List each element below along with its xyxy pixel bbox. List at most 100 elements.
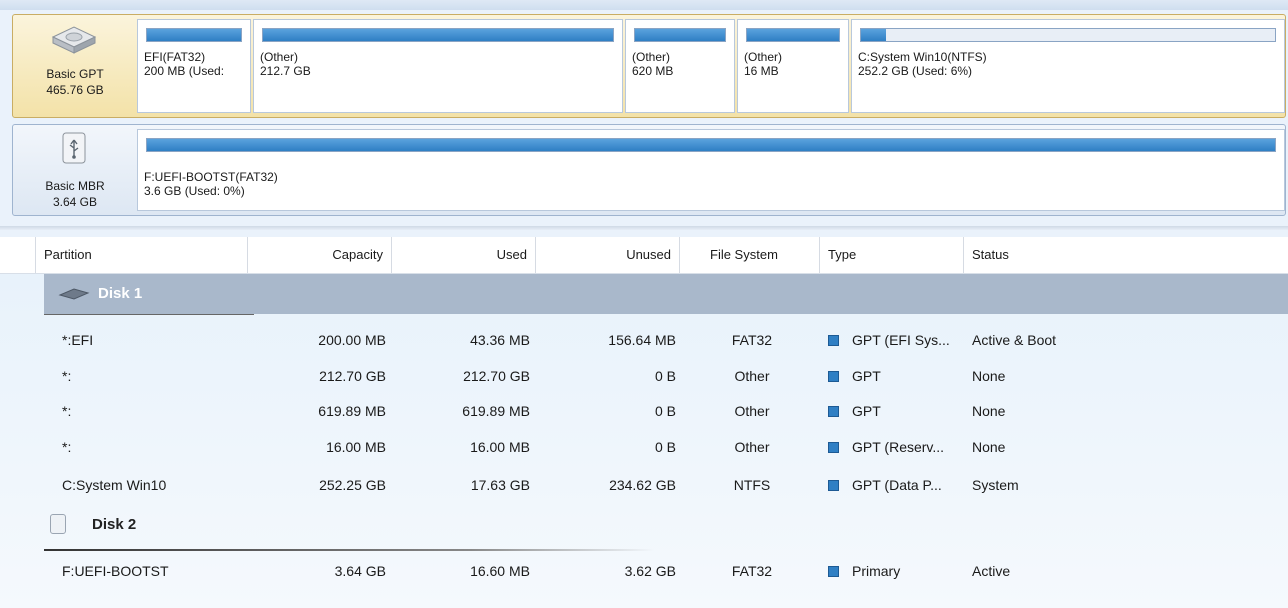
partition-size: 252.2 GB (Used: 6%): [858, 64, 973, 78]
cell-partition: C:System Win10: [62, 477, 167, 493]
partition-segment-other-1[interactable]: (Other) 212.7 GB: [253, 19, 623, 113]
partition-segment-system[interactable]: C:System Win10(NTFS) 252.2 GB (Used: 6%): [851, 19, 1285, 113]
cell-used: 16.60 MB: [470, 563, 530, 579]
partition-size: 212.7 GB: [260, 64, 311, 78]
usage-bar: [860, 28, 1276, 42]
cell-type: GPT (Data P...: [852, 477, 942, 493]
cell-type: GPT (Reserv...: [852, 439, 945, 455]
partition-segment-uefi-bootst[interactable]: F:UEFI-BOOTST(FAT32) 3.6 GB (Used: 0%): [137, 129, 1285, 211]
column-header-unused[interactable]: Unused: [536, 237, 680, 273]
usage-bar-fill: [263, 29, 613, 41]
usage-bar: [262, 28, 614, 42]
disk-group-title[interactable]: Disk 2: [92, 512, 136, 538]
cell-unused: 0 B: [654, 368, 676, 384]
partition-type-color-icon: [828, 335, 839, 346]
usage-bar: [146, 138, 1276, 152]
cell-capacity: 200.00 MB: [318, 332, 386, 348]
disk-size-label: 3.64 GB: [52, 195, 98, 209]
cell-file-system: NTFS: [733, 477, 771, 493]
cell-used: 43.36 MB: [470, 332, 530, 348]
cell-file-system: Other: [734, 439, 770, 455]
usage-bar-fill: [861, 29, 886, 41]
disk-group-title: Disk 1: [98, 285, 143, 302]
partition-segment-efi[interactable]: EFI(FAT32) 200 MB (Used:: [137, 19, 251, 113]
cell-used: 619.89 MB: [462, 403, 530, 419]
cell-used: 212.70 GB: [463, 368, 530, 384]
cell-partition: *:: [62, 403, 72, 419]
pane-splitter[interactable]: [0, 226, 1288, 230]
cell-type: GPT: [852, 368, 881, 384]
column-header-status[interactable]: Status: [964, 237, 1288, 273]
cell-partition: *:: [62, 368, 72, 384]
cell-unused: 156.64 MB: [608, 332, 676, 348]
column-header-partition[interactable]: Partition: [36, 237, 248, 273]
cell-used: 16.00 MB: [470, 439, 530, 455]
column-header-used[interactable]: Used: [392, 237, 536, 273]
partition-type-color-icon: [828, 371, 839, 382]
table-row[interactable]: *: 212.70 GB 212.70 GB 0 B Other GPT Non…: [0, 359, 1288, 394]
cell-used: 17.63 GB: [470, 477, 530, 493]
column-header-type[interactable]: Type: [820, 237, 964, 273]
disk-size-label: 465.76 GB: [46, 83, 104, 97]
hard-disk-icon: [51, 26, 97, 54]
cell-unused: 0 B: [654, 439, 676, 455]
cell-type: GPT: [852, 403, 881, 419]
disk-type-label: Basic MBR: [45, 179, 105, 193]
cell-partition: F:UEFI-BOOTST: [62, 563, 169, 579]
table-row[interactable]: *: 16.00 MB 16.00 MB 0 B Other GPT (Rese…: [0, 430, 1288, 465]
disk-group-header-1[interactable]: Disk 1: [44, 274, 1288, 314]
partition-type-color-icon: [828, 442, 839, 453]
partition-name: (Other): [744, 50, 783, 64]
usb-drive-icon: [62, 132, 86, 164]
cell-status: None: [972, 368, 1006, 384]
partition-name: EFI(FAT32): [144, 50, 206, 64]
partition-size: 620 MB: [632, 64, 674, 78]
usage-bar: [146, 28, 242, 42]
usb-drive-icon: [50, 514, 66, 534]
partition-name: F:UEFI-BOOTST(FAT32): [144, 170, 278, 184]
cell-status: None: [972, 439, 1006, 455]
disk-type-label: Basic GPT: [46, 67, 104, 81]
cell-unused: 0 B: [654, 403, 676, 419]
cell-capacity: 16.00 MB: [326, 439, 386, 455]
disk-map-1[interactable]: Basic GPT 465.76 GB EFI(FAT32) 200 MB (U…: [12, 14, 1286, 118]
group-underline: [44, 549, 654, 551]
cell-status: Active: [972, 563, 1011, 579]
cell-unused: 234.62 GB: [609, 477, 676, 493]
cell-partition: *:EFI: [62, 332, 94, 348]
cell-status: System: [972, 477, 1019, 493]
cell-capacity: 619.89 MB: [318, 403, 386, 419]
usage-bar-fill: [635, 29, 725, 41]
partition-segment-other-2[interactable]: (Other) 620 MB: [625, 19, 735, 113]
table-row[interactable]: C:System Win10 252.25 GB 17.63 GB 234.62…: [0, 468, 1288, 503]
column-header-file-system[interactable]: File System: [680, 237, 820, 273]
disk-map-2[interactable]: Basic MBR 3.64 GB F:UEFI-BOOTST(FAT32) 3…: [12, 124, 1286, 216]
usage-bar-fill: [747, 29, 839, 41]
table-row[interactable]: F:UEFI-BOOTST 3.64 GB 16.60 MB 3.62 GB F…: [0, 554, 1288, 589]
cell-status: None: [972, 403, 1006, 419]
cell-unused: 3.62 GB: [624, 563, 676, 579]
group-underline: [44, 314, 254, 315]
cell-type: Primary: [852, 563, 901, 579]
cell-file-system: Other: [734, 403, 770, 419]
usage-bar-fill: [147, 29, 241, 41]
cell-capacity: 252.25 GB: [319, 477, 386, 493]
partition-type-color-icon: [828, 566, 839, 577]
disk-info-2[interactable]: Basic MBR 3.64 GB: [13, 125, 137, 215]
column-header-capacity[interactable]: Capacity: [248, 237, 392, 273]
cell-type: GPT (EFI Sys...: [852, 332, 950, 348]
header-spacer: [0, 237, 36, 273]
cell-file-system: FAT32: [731, 332, 773, 348]
cell-file-system: Other: [734, 368, 770, 384]
cell-capacity: 212.70 GB: [319, 368, 386, 384]
hard-disk-icon: [58, 288, 90, 300]
cell-status: Active & Boot: [972, 332, 1057, 348]
table-row[interactable]: *: 619.89 MB 619.89 MB 0 B Other GPT Non…: [0, 394, 1288, 429]
partition-segment-other-3[interactable]: (Other) 16 MB: [737, 19, 849, 113]
window-top-strip: [0, 0, 1288, 10]
usage-bar: [634, 28, 726, 42]
partition-type-color-icon: [828, 406, 839, 417]
table-row[interactable]: *:EFI 200.00 MB 43.36 MB 156.64 MB FAT32…: [0, 323, 1288, 358]
cell-partition: *:: [62, 439, 72, 455]
disk-info-1[interactable]: Basic GPT 465.76 GB: [13, 15, 137, 117]
